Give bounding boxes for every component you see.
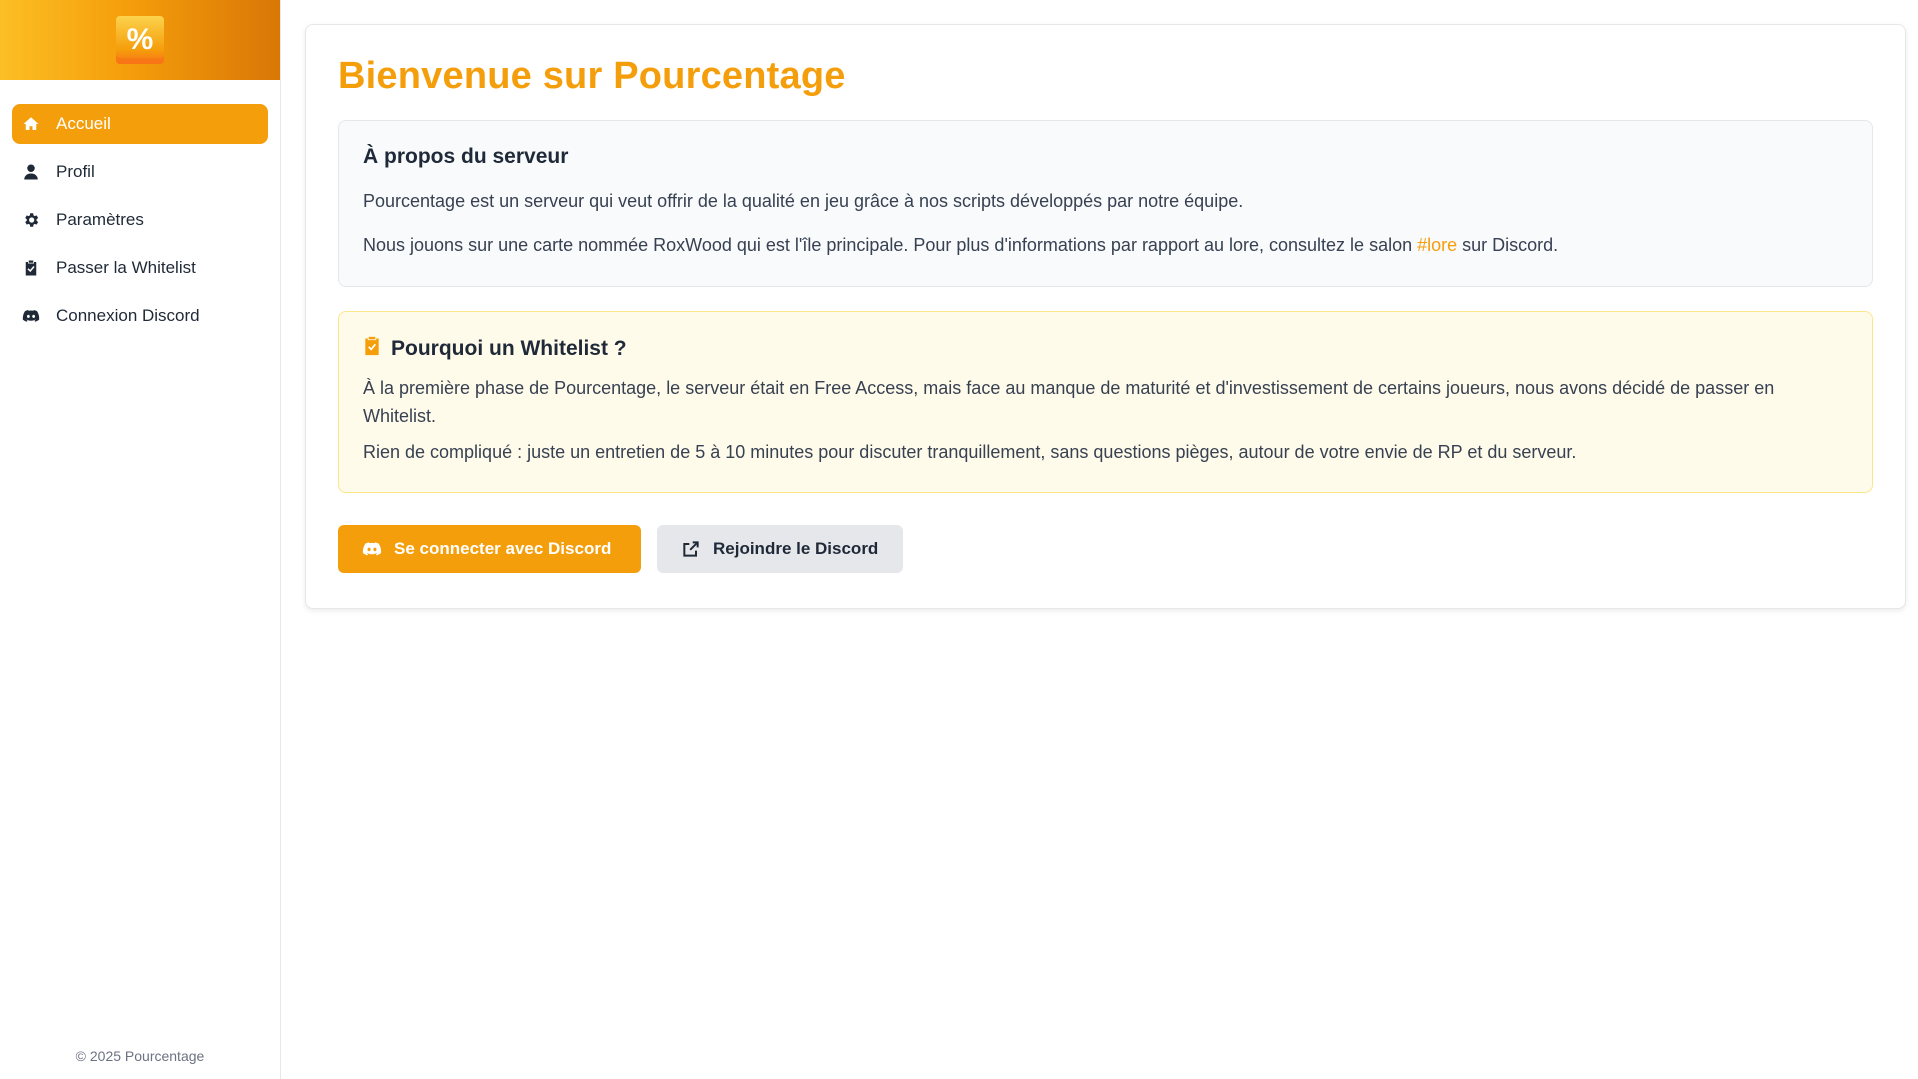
clipboard-check-icon — [20, 257, 42, 279]
sidebar-header: % — [0, 0, 280, 80]
sidebar-item-label: Passer la Whitelist — [56, 258, 196, 277]
logo-text: % — [126, 23, 154, 56]
sidebar: % Accueil Profil Paramètres Passer la Wh… — [0, 0, 281, 1079]
home-icon — [20, 113, 42, 135]
about-paragraph-2-end: sur Discord. — [1457, 235, 1559, 255]
about-paragraph-2-start: Nous jouons sur une carte nommée RoxWood… — [363, 235, 1418, 255]
logo[interactable]: % — [116, 16, 164, 64]
about-title: À propos du serveur — [363, 145, 569, 168]
sidebar-item-accueil[interactable]: Accueil — [12, 104, 268, 144]
whitelist-paragraph-2: Rien de compliqué : juste un entretien d… — [363, 442, 1577, 462]
join-discord-button[interactable]: Rejoindre le Discord — [657, 525, 903, 573]
app: % Accueil Profil Paramètres Passer la Wh… — [0, 0, 1918, 1079]
main-content: Bienvenue sur Pourcentage À propos du se… — [281, 0, 1918, 1079]
whitelist-title: Pourquoi un Whitelist ? — [391, 337, 627, 360]
whitelist-section: Pourquoi un Whitelist ? À la première ph… — [338, 311, 1873, 493]
sidebar-item-label: Accueil — [56, 114, 111, 133]
join-discord-label: Rejoindre le Discord — [713, 539, 879, 558]
connect-discord-label: Se connecter avec Discord — [394, 539, 612, 558]
sidebar-item-parametres[interactable]: Paramètres — [12, 200, 268, 240]
action-buttons: Se connecter avec Discord Rejoindre le D… — [338, 525, 1873, 573]
lore-channel-link[interactable]: #lore — [1417, 235, 1457, 255]
sidebar-nav: Accueil Profil Paramètres Passer la Whit… — [0, 80, 280, 336]
connect-discord-button[interactable]: Se connecter avec Discord — [338, 525, 641, 573]
sidebar-item-whitelist[interactable]: Passer la Whitelist — [12, 248, 268, 288]
copyright-footer: © 2025 Pourcentage — [75, 1048, 205, 1064]
user-icon — [20, 161, 42, 183]
welcome-card: Bienvenue sur Pourcentage À propos du se… — [305, 24, 1906, 609]
discord-icon — [20, 305, 42, 327]
sidebar-item-label: Paramètres — [56, 210, 144, 229]
sidebar-item-discord[interactable]: Connexion Discord — [12, 296, 268, 336]
whitelist-paragraph-1: À la première phase de Pourcentage, le s… — [363, 378, 1775, 426]
clipboard-check-icon — [363, 336, 381, 362]
discord-icon — [362, 542, 382, 556]
gear-icon — [20, 209, 42, 231]
about-paragraph-2: Nous jouons sur une carte nommée RoxWood… — [363, 231, 1848, 259]
external-link-icon — [683, 541, 699, 557]
whitelist-title-row: Pourquoi un Whitelist ? — [363, 336, 1848, 362]
about-section: À propos du serveur Pourcentage est un s… — [338, 120, 1873, 287]
page-title: Bienvenue sur Pourcentage — [338, 55, 846, 97]
sidebar-item-label: Profil — [56, 162, 95, 181]
sidebar-item-label: Connexion Discord — [56, 306, 200, 325]
about-paragraph-1: Pourcentage est un serveur qui veut offr… — [363, 191, 1244, 211]
sidebar-item-profil[interactable]: Profil — [12, 152, 268, 192]
